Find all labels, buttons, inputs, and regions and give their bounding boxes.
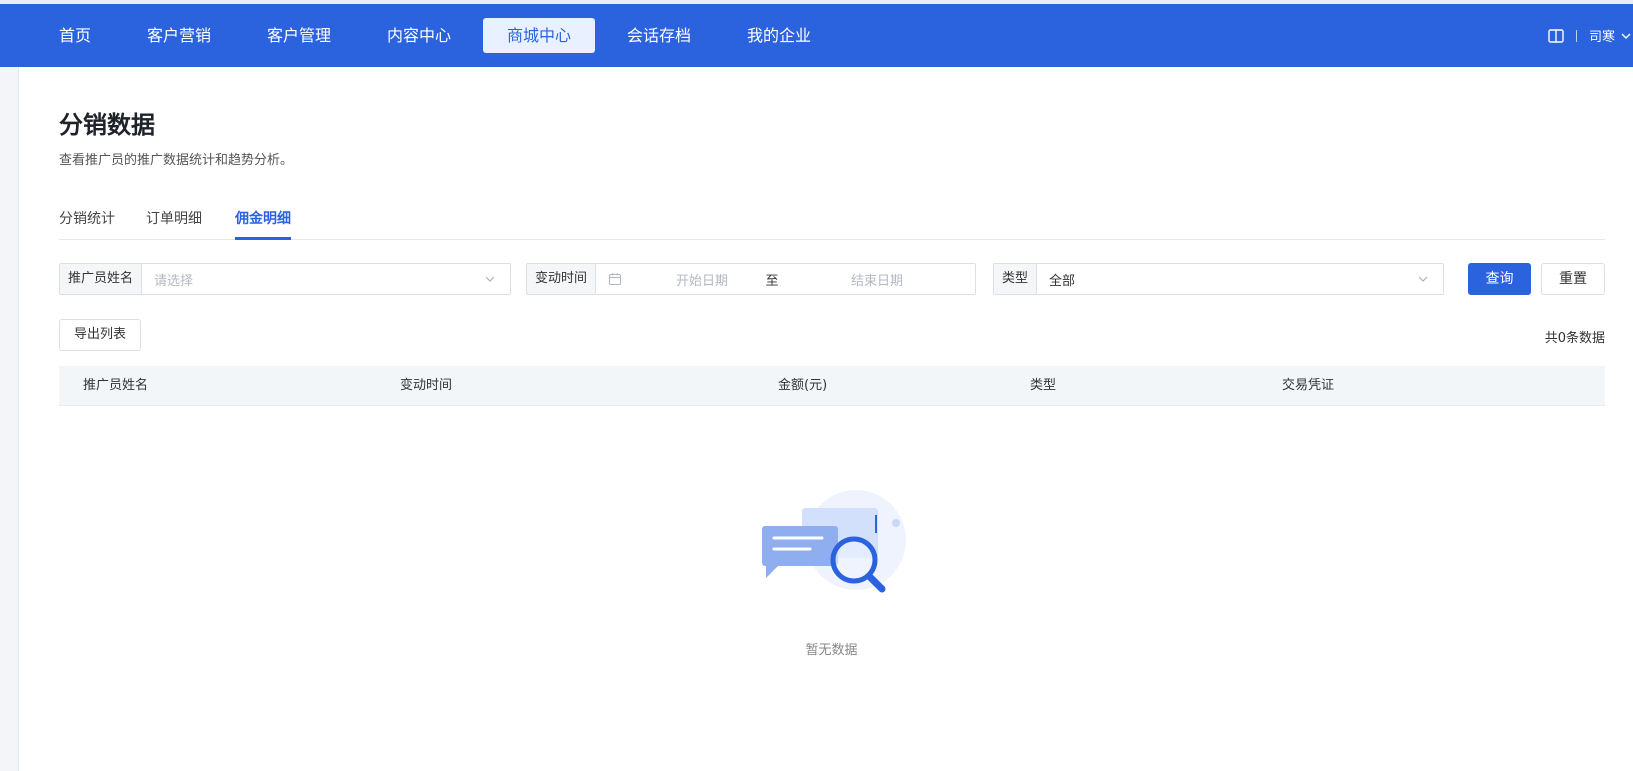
- chevron-down-icon: [485, 276, 495, 282]
- nav-item-my-enterprise[interactable]: 我的企业: [736, 18, 822, 53]
- start-date-input[interactable]: 开始日期: [642, 270, 762, 289]
- change-time-label: 变动时间: [527, 264, 597, 294]
- top-navbar: 首页 客户营销 客户管理 内容中心 商城中心 会话存档 我的企业 司寒: [0, 4, 1633, 67]
- type-select[interactable]: 类型 全部: [993, 263, 1444, 295]
- tab-order-details[interactable]: 订单明细: [146, 208, 202, 240]
- promoter-select[interactable]: 推广员姓名 请选择: [59, 263, 511, 295]
- query-button[interactable]: 查询: [1468, 263, 1531, 295]
- page-title: 分销数据: [59, 111, 155, 139]
- column-header-promoter[interactable]: 推广员姓名: [83, 366, 148, 406]
- export-list-button[interactable]: 导出列表: [59, 319, 141, 351]
- table-header: 推广员姓名 变动时间 金额(元) 类型 交易凭证: [59, 366, 1605, 406]
- nav-item-home[interactable]: 首页: [44, 18, 106, 53]
- end-date-input[interactable]: 结束日期: [802, 270, 952, 289]
- page-description: 查看推广员的推广数据统计和趋势分析。: [59, 153, 294, 168]
- column-header-type[interactable]: 类型: [1030, 366, 1056, 406]
- chevron-down-icon[interactable]: [1619, 29, 1633, 43]
- empty-data-illustration: [762, 490, 906, 593]
- reset-button[interactable]: 重置: [1541, 263, 1605, 295]
- tab-commission-details[interactable]: 佣金明细: [235, 208, 291, 240]
- total-count: 共0条数据: [1544, 331, 1605, 346]
- empty-data-text: 暂无数据: [805, 643, 858, 658]
- nav-item-session-archive[interactable]: 会话存档: [616, 18, 702, 53]
- type-select-value: 全部: [1049, 273, 1076, 289]
- nav-item-customer-management[interactable]: 客户管理: [256, 18, 342, 53]
- nav-item-mall-center[interactable]: 商城中心: [483, 18, 595, 53]
- type-select-label: 类型: [994, 264, 1038, 294]
- promoter-select-placeholder: 请选择: [154, 273, 194, 289]
- change-time-range[interactable]: 变动时间 开始日期 至 结束日期: [526, 263, 976, 295]
- tab-bar: 分销统计 订单明细 佣金明细: [59, 200, 1605, 240]
- calendar-icon: [608, 273, 622, 286]
- nav-item-customer-marketing[interactable]: 客户营销: [136, 18, 222, 53]
- nav-user-area: 司寒: [1548, 18, 1633, 53]
- tab-distribution-stats[interactable]: 分销统计: [59, 208, 115, 240]
- sidebar-collapsed: [0, 67, 19, 771]
- user-name[interactable]: 司寒: [1589, 26, 1615, 45]
- chevron-down-icon: [1418, 276, 1428, 282]
- nav-separator: [1575, 29, 1577, 42]
- nav-item-content-center[interactable]: 内容中心: [376, 18, 462, 53]
- book-icon[interactable]: [1548, 28, 1564, 43]
- date-range-separator: 至: [765, 273, 779, 289]
- promoter-select-label: 推广员姓名: [60, 264, 143, 294]
- column-header-change-time[interactable]: 变动时间: [400, 366, 452, 406]
- column-header-voucher[interactable]: 交易凭证: [1282, 366, 1334, 406]
- column-header-amount[interactable]: 金额(元): [778, 366, 827, 406]
